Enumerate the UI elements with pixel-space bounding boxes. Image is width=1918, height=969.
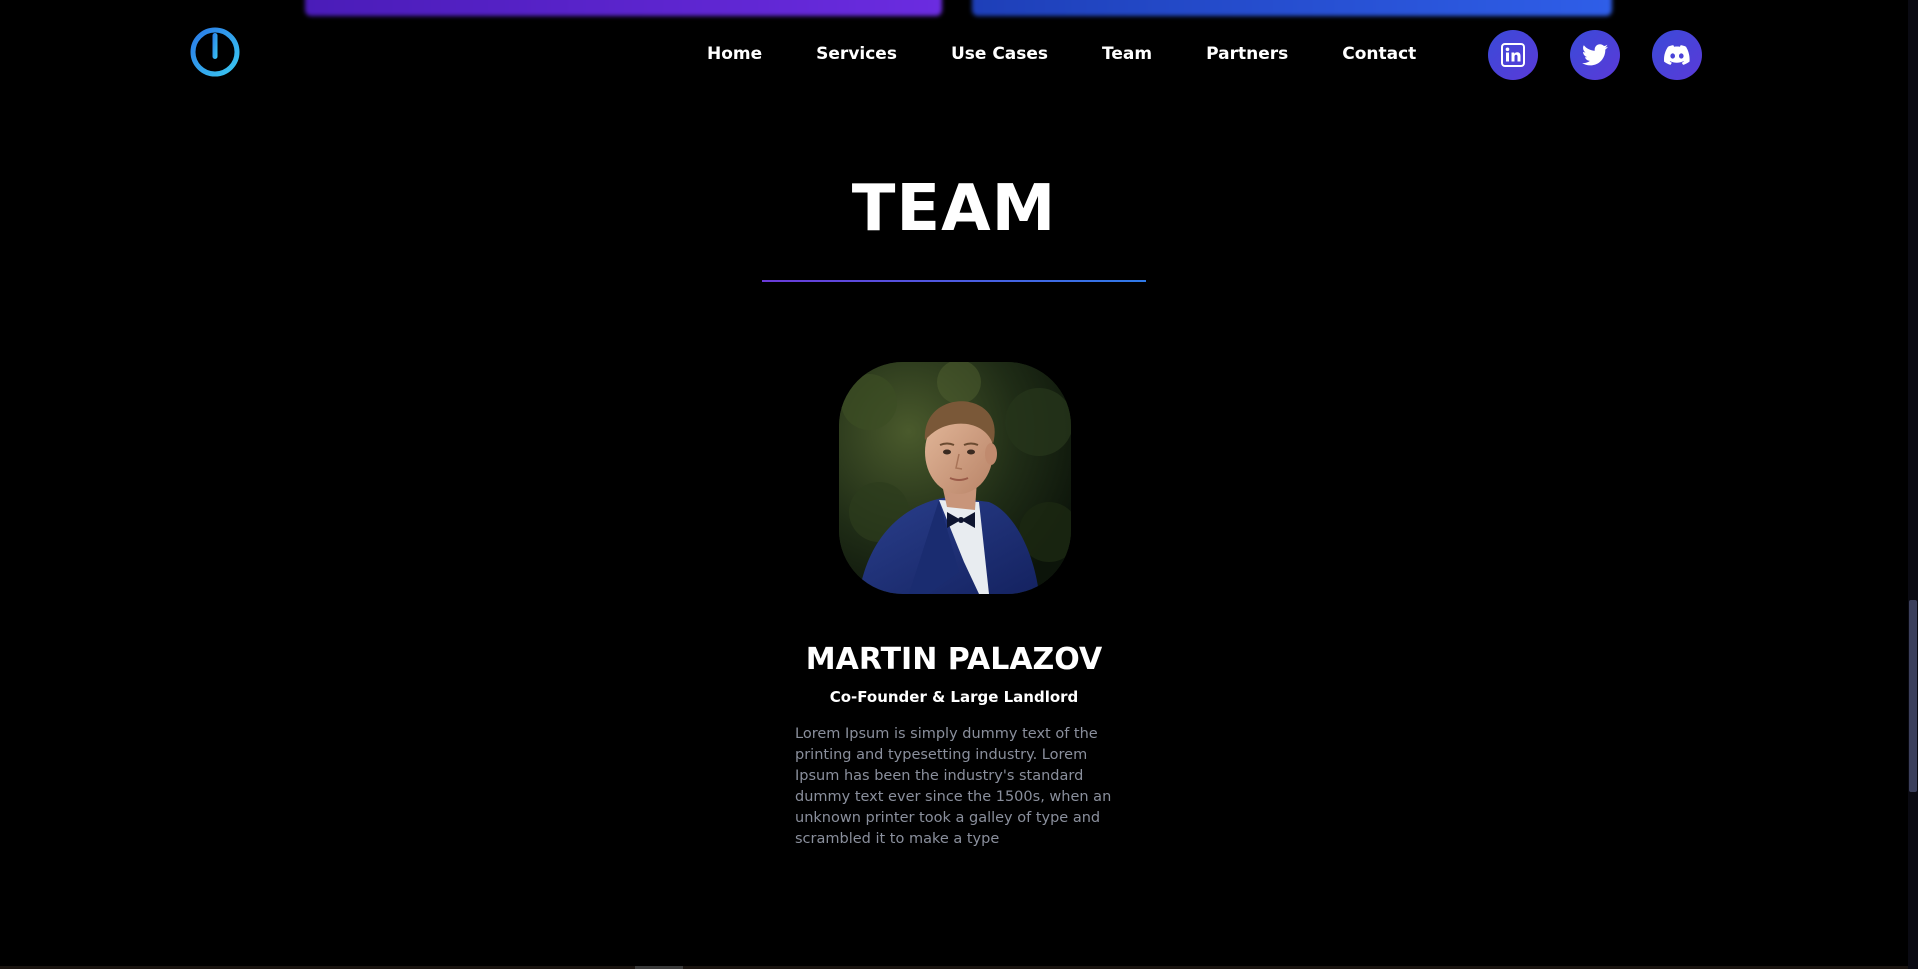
member-role: Co-Founder & Large Landlord: [829, 688, 1079, 706]
site-logo[interactable]: [188, 25, 242, 79]
top-gradient-bar-left: [305, 0, 942, 16]
linkedin-button[interactable]: [1488, 30, 1538, 80]
nav-home[interactable]: Home: [707, 44, 762, 64]
main-nav: Home Services Use Cases Team Partners Co…: [707, 44, 1416, 64]
page-scrollbar[interactable]: [1908, 0, 1918, 969]
social-links: [1488, 30, 1702, 80]
scrollbar-thumb[interactable]: [1909, 600, 1917, 792]
title-divider: [762, 280, 1146, 282]
power-ring-logo-icon: [190, 27, 240, 77]
member-photo: [839, 362, 1071, 594]
nav-use-cases[interactable]: Use Cases: [951, 44, 1048, 64]
discord-icon: [1664, 45, 1690, 65]
section-title: TEAM: [851, 172, 1057, 246]
page: Home Services Use Cases Team Partners Co…: [0, 0, 1918, 969]
twitter-button[interactable]: [1570, 30, 1620, 80]
nav-partners[interactable]: Partners: [1206, 44, 1288, 64]
discord-button[interactable]: [1652, 30, 1702, 80]
nav-contact[interactable]: Contact: [1342, 44, 1416, 64]
nav-services[interactable]: Services: [816, 44, 897, 64]
member-name: MARTIN PALAZOV: [805, 642, 1103, 677]
member-avatar: [839, 362, 1071, 594]
top-gradient-bar-right: [972, 0, 1612, 16]
nav-team[interactable]: Team: [1102, 44, 1152, 64]
member-bio: Lorem Ipsum is simply dummy text of the …: [795, 726, 1112, 847]
twitter-icon: [1582, 44, 1608, 66]
linkedin-icon: [1501, 43, 1525, 67]
